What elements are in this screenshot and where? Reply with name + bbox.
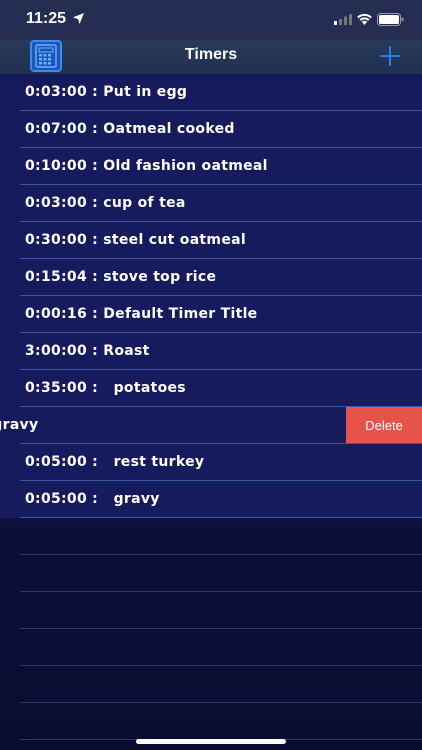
timer-row-label: 3:00:00 : Roast — [25, 343, 150, 359]
page-title: Timers — [184, 46, 238, 63]
timer-row-label: 0:03:00 : Put in egg — [25, 84, 188, 100]
timer-row-label: 0:05:00 : gravy — [25, 491, 160, 507]
empty-rows — [0, 518, 422, 740]
cellular-signal-icon — [334, 14, 352, 25]
status-time: 11:25 — [26, 10, 67, 27]
timer-row-label: 0: gravy — [0, 417, 39, 433]
plus-icon — [380, 46, 400, 66]
timer-row[interactable]: 0:35:00 : potatoes — [0, 370, 422, 407]
battery-icon — [377, 13, 404, 26]
timer-row[interactable]: 0:30:00 : steel cut oatmeal — [0, 222, 422, 259]
timer-row-label: 0:15:04 : stove top rice — [25, 269, 217, 285]
empty-row — [0, 592, 422, 629]
timer-row[interactable]: 0:03:00 : cup of tea — [0, 185, 422, 222]
location-arrow-icon — [73, 13, 84, 24]
wifi-icon — [357, 13, 372, 25]
delete-button[interactable]: Delete — [346, 407, 422, 444]
nav-bar: Timers — [0, 40, 422, 74]
timer-row[interactable]: 3:00:00 : Roast — [0, 333, 422, 370]
timer-row[interactable]: 0:05:00 : rest turkey — [0, 444, 422, 481]
screen: 11:25 Timers 0:03:00: Put in egg 0:07:0… — [0, 0, 422, 750]
timer-row[interactable]: 0:10:00 : Old fashion oatmeal — [0, 148, 422, 185]
timer-row-label: 0:07:00 : Oatmeal cooked — [25, 121, 235, 137]
timer-row-label: 0:30:00 : steel cut oatmeal — [25, 232, 246, 248]
empty-row — [0, 703, 422, 740]
add-timer-button[interactable] — [378, 44, 402, 68]
timer-row[interactable]: 0:03:00 : Put in egg — [0, 74, 422, 111]
home-indicator[interactable] — [136, 739, 286, 744]
empty-row — [0, 666, 422, 703]
empty-row — [0, 555, 422, 592]
empty-row — [0, 518, 422, 555]
timer-row[interactable]: 0:05:00 : gravy — [0, 481, 422, 518]
timer-row[interactable]: 0:00:16 : Default Timer Title — [0, 296, 422, 333]
timer-row-label: 0:10:00 : Old fashion oatmeal — [25, 158, 268, 174]
status-bar: 11:25 — [0, 0, 422, 40]
timer-row-label: 0:03:00 : cup of tea — [25, 195, 186, 211]
empty-row — [0, 629, 422, 666]
timer-row[interactable]: 0:07:00 : Oatmeal cooked — [0, 111, 422, 148]
timer-row-label: 0:00:16 : Default Timer Title — [25, 306, 258, 322]
timer-list: 0:03:00 : Put in egg 0:07:00 : Oatmeal co… — [0, 74, 422, 518]
timer-row[interactable]: 0:15:04 : stove top rice — [0, 259, 422, 296]
timer-row-label: 0:35:00 : potatoes — [25, 380, 186, 396]
timer-row[interactable]: 0: gravy Delete — [0, 407, 422, 444]
timer-row-label: 0:05:00 : rest turkey — [25, 454, 205, 470]
